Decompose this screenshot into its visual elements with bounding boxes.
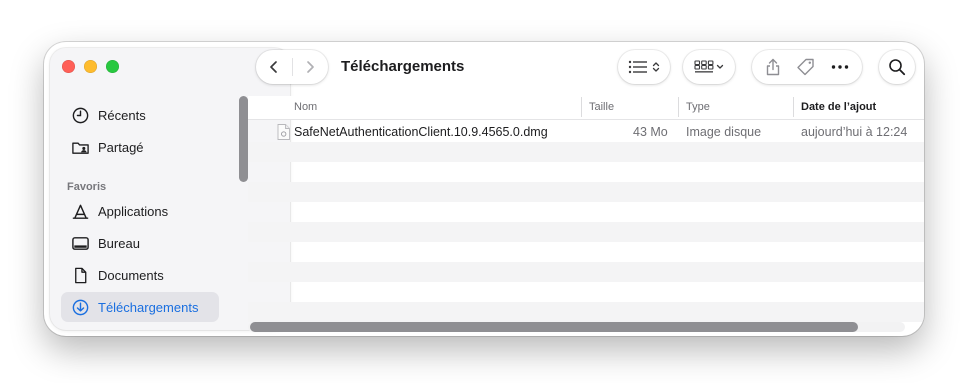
table-row xyxy=(248,262,924,282)
chevron-right-icon xyxy=(307,61,315,73)
sidebar-item-label: Récents xyxy=(98,107,146,123)
column-divider[interactable] xyxy=(581,97,582,117)
more-icon xyxy=(832,65,849,69)
forward-button[interactable] xyxy=(292,50,328,84)
desktop-icon xyxy=(70,233,90,253)
table-row xyxy=(248,202,924,222)
document-icon xyxy=(70,265,90,285)
back-button[interactable] xyxy=(256,50,292,84)
sidebar-scrollbar[interactable] xyxy=(239,96,248,182)
sidebar-item-label: Applications xyxy=(98,203,169,219)
column-header-row: Nom Taille Type Date de l’ajout xyxy=(248,96,924,120)
chevron-down-icon xyxy=(716,64,724,69)
file-rows: SafeNetAuthenticationClient.10.9.4565.0.… xyxy=(248,122,924,322)
table-row xyxy=(248,162,924,182)
file-size: 43 Mo xyxy=(633,125,668,139)
finder-window: Récents Partagé Favoris Applications Bur… xyxy=(44,42,924,336)
navigation-buttons xyxy=(256,50,328,84)
actions-group xyxy=(752,50,862,84)
column-divider[interactable] xyxy=(678,97,679,117)
file-kind: Image disque xyxy=(686,125,762,139)
table-row xyxy=(248,282,924,302)
table-row xyxy=(248,242,924,262)
table-row xyxy=(248,222,924,242)
column-divider[interactable] xyxy=(793,97,794,117)
sidebar-item-downloads[interactable]: Téléchargements xyxy=(61,292,219,322)
sidebar-item-label: Partagé xyxy=(98,139,144,155)
disk-image-file-icon xyxy=(277,124,290,140)
shared-folder-icon xyxy=(70,137,90,157)
share-icon xyxy=(766,58,779,76)
table-row xyxy=(248,142,924,162)
view-options-button[interactable] xyxy=(618,50,670,84)
sidebar-item-documents[interactable]: Documents xyxy=(61,260,219,290)
file-list: Nom Taille Type Date de l’ajout SafeNetA… xyxy=(248,96,924,322)
column-header-size[interactable]: Taille xyxy=(589,101,614,113)
sidebar-item-applications[interactable]: Applications xyxy=(61,196,219,226)
sidebar-item-label: Téléchargements xyxy=(98,299,199,315)
share-button[interactable] xyxy=(765,58,781,76)
list-view-icon xyxy=(628,60,647,74)
search-button[interactable] xyxy=(879,50,915,84)
search-icon xyxy=(889,59,906,76)
group-button[interactable] xyxy=(683,50,735,84)
file-date-added: aujourd’hui à 12:24 xyxy=(801,125,908,139)
table-row xyxy=(248,182,924,202)
horizontal-scrollbar[interactable] xyxy=(248,322,905,332)
sidebar-item-desktop[interactable]: Bureau xyxy=(61,228,219,258)
sidebar-item-label: Documents xyxy=(98,267,164,283)
clock-icon xyxy=(70,105,90,125)
horizontal-scroll-thumb[interactable] xyxy=(250,322,858,332)
applications-icon xyxy=(70,201,90,221)
table-row[interactable]: SafeNetAuthenticationClient.10.9.4565.0.… xyxy=(248,122,924,142)
download-icon xyxy=(70,297,90,317)
up-down-chevron-icon xyxy=(652,62,660,72)
column-header-date-added[interactable]: Date de l’ajout xyxy=(801,101,876,113)
window-title: Téléchargements xyxy=(341,58,465,75)
tag-icon xyxy=(797,58,814,76)
table-row xyxy=(248,302,924,322)
sidebar-section-favorites: Favoris xyxy=(67,181,107,193)
sidebar-item-label: Bureau xyxy=(98,235,140,251)
more-button[interactable] xyxy=(831,64,849,70)
column-header-name[interactable]: Nom xyxy=(294,101,317,113)
group-icon xyxy=(694,60,714,73)
zoom-window-button[interactable] xyxy=(106,60,119,73)
sidebar-item-shared[interactable]: Partagé xyxy=(61,132,219,162)
minimize-window-button[interactable] xyxy=(84,60,97,73)
file-name: SafeNetAuthenticationClient.10.9.4565.0.… xyxy=(294,125,548,139)
close-window-button[interactable] xyxy=(62,60,75,73)
window-controls xyxy=(62,60,119,73)
sidebar-item-recents[interactable]: Récents xyxy=(61,100,219,130)
tag-button[interactable] xyxy=(796,58,816,76)
chevron-left-icon xyxy=(269,61,277,73)
column-header-kind[interactable]: Type xyxy=(686,101,710,113)
